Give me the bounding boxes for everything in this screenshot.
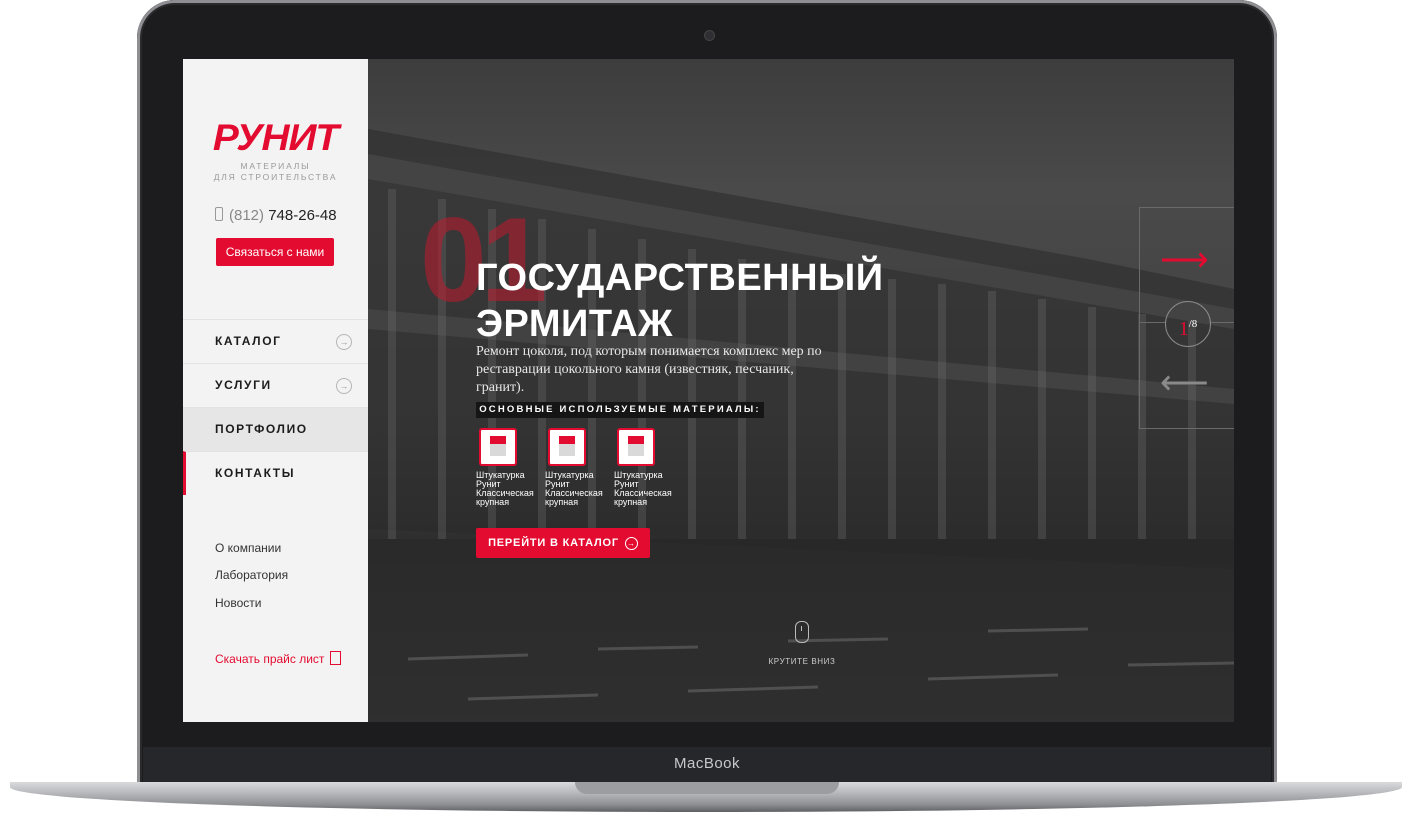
material-label: Штукатурка Рунит Классическая крупная — [476, 470, 534, 507]
next-arrow-icon[interactable]: ⟶ — [1160, 243, 1214, 277]
nav-item-services[interactable]: УСЛУГИ → — [183, 363, 368, 407]
material-item[interactable]: Штукатурка Рунит Классическая крупная — [614, 428, 676, 507]
nav-item-label: КАТАЛОГ — [215, 334, 282, 348]
slide-title: ГОСУДАРСТВЕННЫЙ ЭРМИТАЖ — [476, 255, 884, 347]
tagline-line-2: ДЛЯ СТРОИТЕЛЬСТВА — [213, 172, 338, 182]
material-item[interactable]: Штукатурка Рунит Классическая крупная — [545, 428, 607, 507]
tagline-line-1: МАТЕРИАЛЫ — [240, 161, 311, 171]
slide-total: /8 — [1188, 318, 1198, 330]
hero: 01 ГОСУДАРСТВЕННЫЙ ЭРМИТАЖ Ремонт цоколя… — [368, 59, 1234, 722]
slide-title-line-2: ЭРМИТАЖ — [476, 303, 673, 345]
materials-title: ОСНОВНЫЕ ИСПОЛЬЗУЕМЫЕ МАТЕРИАЛЫ: — [476, 402, 764, 418]
material-thumb — [617, 428, 655, 466]
phone-number: 748-26-48 — [268, 207, 337, 224]
logo[interactable]: РУНИТ — [183, 117, 373, 159]
material-thumb — [479, 428, 517, 466]
mouse-icon — [795, 621, 809, 643]
nav-item-contacts[interactable]: КОНТАКТЫ — [183, 451, 368, 495]
go-to-catalog-button[interactable]: ПЕРЕЙТИ В КАТАЛОГ → — [476, 528, 650, 558]
link-news[interactable]: Новости — [215, 596, 261, 610]
phone-code: (812) — [229, 207, 265, 224]
arrow-right-icon: → — [336, 334, 352, 350]
cta-label: ПЕРЕЙТИ В КАТАЛОГ — [488, 537, 619, 549]
nav-item-label: КОНТАКТЫ — [215, 466, 296, 480]
phone[interactable]: (812) 748-26-48 — [215, 207, 337, 224]
link-laboratory[interactable]: Лаборатория — [215, 568, 288, 582]
download-price-label: Скачать прайс лист — [215, 652, 325, 666]
nav-item-catalog[interactable]: КАТАЛОГ → — [183, 319, 368, 363]
slide-title-line-1: ГОСУДАРСТВЕННЫЙ — [476, 257, 884, 299]
laptop-notch — [575, 782, 839, 794]
slide-description: Ремонт цоколя, под которым понимается ко… — [476, 344, 822, 395]
slider-controls: ⟶ 1/8 ⟵ — [1139, 207, 1234, 429]
slide-current: 1 — [1178, 318, 1189, 340]
material-thumb — [548, 428, 586, 466]
prev-arrow-icon[interactable]: ⟵ — [1160, 366, 1214, 400]
slide-counter: 1/8 — [1165, 301, 1211, 347]
nav-item-label: УСЛУГИ — [215, 378, 272, 392]
phone-icon — [215, 207, 223, 221]
material-label: Штукатурка Рунит Классическая крупная — [545, 470, 603, 507]
link-about[interactable]: О компании — [215, 541, 281, 555]
camera-icon — [704, 30, 715, 41]
sidebar: РУНИТ МАТЕРИАЛЫ ДЛЯ СТРОИТЕЛЬСТВА (812) … — [183, 59, 368, 722]
scroll-hint[interactable]: КРУТИТЕ ВНИЗ — [762, 621, 842, 666]
main-nav: КАТАЛОГ → УСЛУГИ → ПОРТФОЛИО КОНТАКТЫ — [183, 319, 368, 495]
download-price-link[interactable]: Скачать прайс лист — [215, 651, 342, 666]
arrow-right-icon: → — [336, 378, 352, 394]
slider-divider — [1210, 322, 1234, 323]
device-brand: MacBook — [673, 755, 741, 772]
document-icon — [330, 651, 342, 665]
nav-item-portfolio[interactable]: ПОРТФОЛИО — [183, 407, 368, 451]
material-item[interactable]: Штукатурка Рунит Классическая крупная — [476, 428, 538, 507]
nav-item-label: ПОРТФОЛИО — [215, 422, 308, 436]
arrow-right-icon: → — [624, 537, 638, 550]
slider-divider — [1140, 322, 1165, 323]
contact-button[interactable]: Связаться с нами — [216, 238, 334, 266]
scroll-hint-label: КРУТИТЕ ВНИЗ — [768, 657, 836, 666]
material-label: Штукатурка Рунит Классическая крупная — [614, 470, 672, 507]
screen: РУНИТ МАТЕРИАЛЫ ДЛЯ СТРОИТЕЛЬСТВА (812) … — [183, 59, 1234, 722]
